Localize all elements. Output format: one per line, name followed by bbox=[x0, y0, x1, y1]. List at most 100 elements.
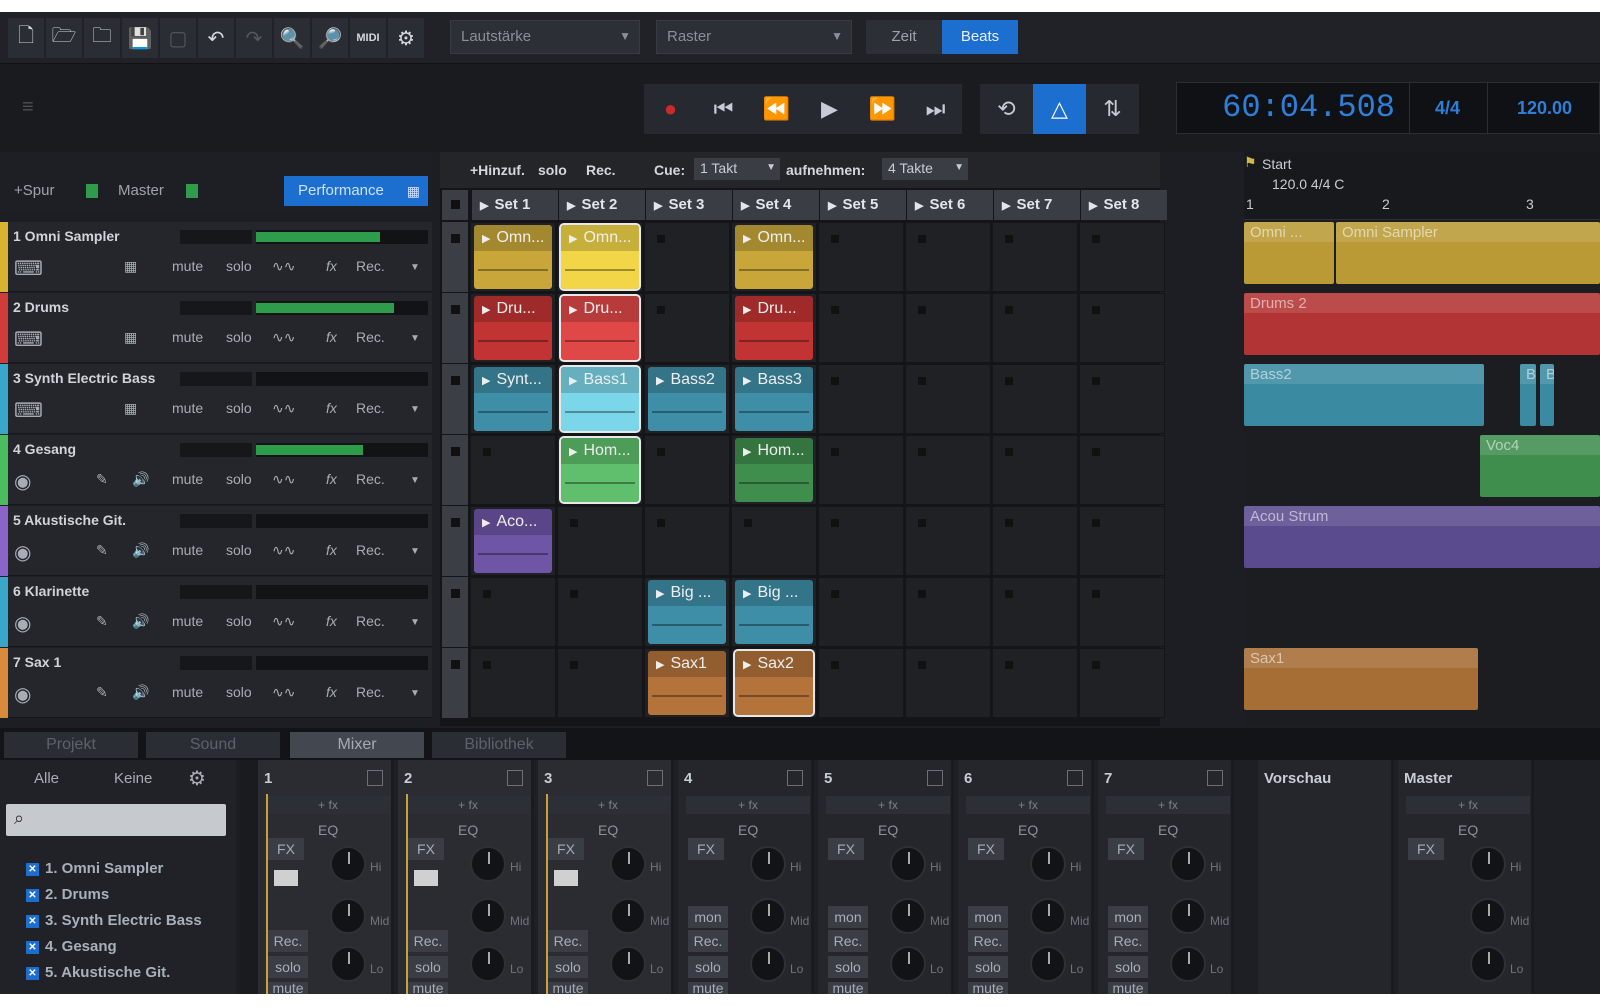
solo-button[interactable]: solo bbox=[226, 613, 252, 629]
eq-lo-knob[interactable] bbox=[1030, 946, 1066, 982]
clip[interactable]: ▶ Omn... bbox=[735, 225, 813, 289]
mixer-channel[interactable]: 3 + fx EQ FX Hi Mid Lo Rec. solo mute bbox=[538, 760, 674, 994]
play-icon[interactable]: ▶ bbox=[482, 517, 490, 529]
mute-button[interactable]: mute bbox=[688, 982, 728, 994]
track-filter-item[interactable]: ✕ 4. Gesang bbox=[26, 938, 117, 955]
mixer-channel[interactable]: 5 + fx EQ FX Hi Mid Lo mon Rec. solo mute bbox=[818, 760, 954, 994]
clip-slot[interactable] bbox=[1079, 648, 1165, 718]
track-row[interactable]: 4 Gesang ◉ ✎ 🔊 mute solo ∿∿ fx Rec. ▼ bbox=[0, 435, 432, 505]
fx-button[interactable]: fx bbox=[326, 329, 337, 345]
fx-slot[interactable]: + fx bbox=[1406, 796, 1530, 814]
clip-slot[interactable] bbox=[818, 435, 904, 505]
clip-slot[interactable] bbox=[905, 364, 991, 434]
clip-slot[interactable] bbox=[1079, 577, 1165, 647]
track-row[interactable]: 7 Sax 1 ◉ ✎ 🔊 mute solo ∿∿ fx Rec. ▼ bbox=[0, 648, 432, 718]
solo-button[interactable]: solo bbox=[226, 542, 252, 558]
rec-button[interactable]: Rec. bbox=[968, 930, 1008, 952]
eq-hi-knob[interactable] bbox=[610, 846, 646, 882]
clip-slot[interactable] bbox=[557, 506, 643, 576]
play-icon[interactable]: ▶ bbox=[743, 659, 751, 671]
play-icon[interactable]: ▶ bbox=[1002, 200, 1010, 212]
rec-button[interactable]: Rec. bbox=[408, 930, 448, 952]
performance-button[interactable]: Performance ▦ bbox=[284, 176, 428, 206]
solo-button[interactable]: solo bbox=[226, 400, 252, 416]
checkbox-icon[interactable]: ✕ bbox=[26, 914, 39, 928]
checkbox-icon[interactable]: ✕ bbox=[26, 862, 39, 876]
mute-button[interactable]: mute bbox=[1108, 982, 1148, 994]
clip-slot[interactable] bbox=[470, 577, 556, 647]
folder-icon[interactable]: 🗀 bbox=[84, 18, 120, 58]
track-row[interactable]: 2 Drums ⌨ ▦ mute solo ∿∿ fx Rec. ▼ bbox=[0, 293, 432, 363]
eq-lo-knob[interactable] bbox=[890, 946, 926, 982]
play-icon[interactable]: ▶ bbox=[743, 588, 751, 600]
mute-button[interactable]: mute bbox=[172, 471, 203, 487]
clip-slot[interactable] bbox=[905, 435, 991, 505]
play-icon[interactable]: ▶ bbox=[569, 446, 577, 458]
zoom-out-icon[interactable]: 🔎 bbox=[312, 18, 348, 58]
fx-button[interactable]: FX bbox=[968, 838, 1004, 860]
clip[interactable]: ▶ Synt... bbox=[474, 367, 552, 431]
track-stop-button[interactable] bbox=[442, 293, 468, 363]
undo-icon[interactable]: ↶ bbox=[198, 18, 234, 58]
save-icon[interactable]: 💾 bbox=[122, 18, 158, 58]
play-icon[interactable]: ▶ bbox=[482, 375, 490, 387]
set-header[interactable]: ▶ Set 2 bbox=[559, 190, 645, 220]
track-name[interactable]: 2 Drums bbox=[13, 299, 69, 315]
expand-icon[interactable] bbox=[1207, 770, 1223, 786]
fx-button[interactable]: FX bbox=[828, 838, 864, 860]
rec-button[interactable]: Rec. bbox=[268, 930, 308, 952]
clip-slot[interactable] bbox=[818, 577, 904, 647]
arrangement-clip[interactable]: Drums 2 bbox=[1244, 293, 1600, 355]
stop-all-button[interactable] bbox=[442, 190, 468, 220]
clip-slot[interactable] bbox=[992, 506, 1078, 576]
mute-button[interactable]: mute bbox=[172, 542, 203, 558]
fx-button[interactable]: FX bbox=[688, 838, 724, 860]
solo-button[interactable]: solo bbox=[226, 329, 252, 345]
select-all-button[interactable]: Alle bbox=[34, 770, 59, 787]
set-header[interactable]: ▶ Set 6 bbox=[907, 190, 993, 220]
arrangement-clip[interactable]: Omni Sampler bbox=[1336, 222, 1600, 284]
time-signature[interactable]: 4/4 bbox=[1409, 83, 1485, 133]
automation-icon[interactable]: ∿∿ bbox=[272, 329, 295, 346]
sync-button[interactable]: ⇅ bbox=[1086, 84, 1139, 134]
play-icon[interactable]: ▶ bbox=[828, 200, 836, 212]
fx-slot[interactable]: + fx bbox=[266, 796, 390, 814]
menu-icon[interactable]: ≡ bbox=[22, 96, 34, 119]
solo-button[interactable]: solo bbox=[226, 471, 252, 487]
mixer-channel[interactable]: Vorschau bbox=[1258, 760, 1394, 994]
clip-slot[interactable]: ▶ Hom... bbox=[731, 435, 817, 505]
clip[interactable]: ▶ Bass1 bbox=[559, 365, 641, 433]
clip-slot[interactable] bbox=[818, 222, 904, 292]
clip-slot[interactable] bbox=[1079, 506, 1165, 576]
clip-slot[interactable]: ▶ Aco... bbox=[470, 506, 556, 576]
play-icon[interactable]: ▶ bbox=[743, 446, 751, 458]
add-clip-button[interactable]: +Hinzuf. bbox=[470, 162, 525, 178]
set-header[interactable]: ▶ Set 7 bbox=[994, 190, 1080, 220]
play-button[interactable]: ▶ bbox=[803, 84, 856, 134]
zoom-in-icon[interactable]: 🔍 bbox=[274, 18, 310, 58]
record-length-dropdown[interactable]: 4 Takte ▼ bbox=[882, 158, 968, 180]
start-marker[interactable]: Start bbox=[1262, 156, 1292, 172]
rewind-button[interactable]: ⏪ bbox=[750, 84, 803, 134]
cue-dropdown[interactable]: 1 Takt ▼ bbox=[694, 158, 780, 180]
eq-lo-knob[interactable] bbox=[610, 946, 646, 982]
play-icon[interactable]: ▶ bbox=[480, 200, 488, 212]
pan-slider[interactable] bbox=[180, 585, 252, 599]
pan-slider[interactable] bbox=[180, 443, 252, 457]
track-filter-item[interactable]: ✕ 1. Omni Sampler bbox=[26, 860, 163, 877]
tempo-marker[interactable]: 120.0 4/4 C bbox=[1272, 176, 1344, 192]
time-mode-button[interactable]: Zeit bbox=[866, 20, 942, 54]
eq-mid-knob[interactable] bbox=[1470, 898, 1506, 934]
eq-lo-knob[interactable] bbox=[1470, 946, 1506, 982]
solo-button[interactable]: solo bbox=[968, 956, 1008, 978]
clip-slot[interactable] bbox=[818, 506, 904, 576]
clip[interactable]: ▶ Omn... bbox=[559, 223, 641, 291]
clip-slot[interactable] bbox=[644, 293, 730, 363]
clip-slot[interactable] bbox=[818, 364, 904, 434]
expand-icon[interactable] bbox=[787, 770, 803, 786]
play-icon[interactable]: ▶ bbox=[743, 233, 751, 245]
rec-button[interactable]: Rec. bbox=[356, 471, 385, 487]
arrangement-clip[interactable]: Voc4 bbox=[1480, 435, 1600, 497]
arrangement-clip[interactable]: B bbox=[1520, 364, 1536, 426]
chevron-down-icon[interactable]: ▼ bbox=[410, 475, 420, 486]
